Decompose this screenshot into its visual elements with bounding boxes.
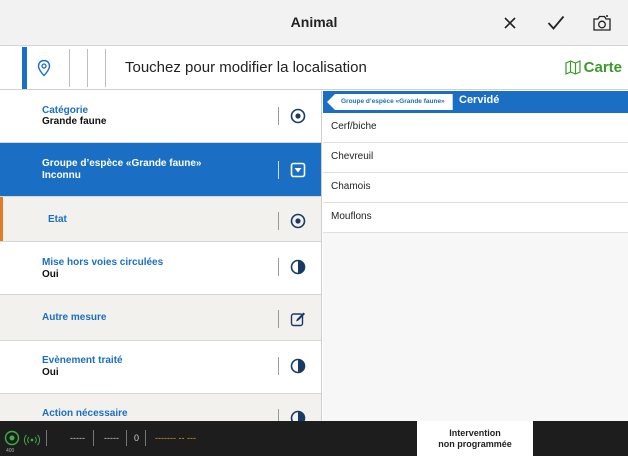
status-separator — [93, 430, 94, 446]
edit-icon — [290, 311, 306, 327]
status-separator — [145, 430, 146, 446]
field-separator — [278, 161, 279, 179]
location-accent — [22, 47, 27, 89]
field-categorie[interactable]: Catégorie Grande faune — [0, 91, 321, 143]
intervention-line2: non programmée — [438, 439, 512, 449]
page-title: Animal — [290, 14, 338, 30]
field-separator — [278, 212, 279, 230]
field-label: Evènement traité — [42, 355, 123, 366]
location-divider — [87, 49, 88, 87]
field-separator — [278, 310, 279, 328]
location-divider — [69, 49, 70, 87]
option-item[interactable]: Chevreuil — [323, 143, 628, 173]
field-label: Action nécessaire — [42, 408, 128, 419]
field-value: Oui — [42, 269, 59, 280]
field-value: Inconnu — [42, 170, 81, 181]
check-icon[interactable] — [544, 11, 568, 35]
half-circle-icon — [290, 410, 306, 421]
field-label: Groupe d’espèce «Grande faune» — [42, 158, 202, 169]
field-groupe-espece[interactable]: Groupe d’espèce «Grande faune» Inconnu — [0, 143, 321, 197]
signal-icon — [23, 433, 41, 451]
intervention-line1: Intervention — [449, 428, 501, 438]
status-field-2: ----- — [104, 433, 119, 443]
location-divider — [105, 49, 106, 87]
location-bar[interactable]: Touchez pour modifier la localisation Ca… — [0, 47, 628, 90]
field-mise-hors-voies[interactable]: Mise hors voies circulées Oui — [0, 242, 321, 295]
close-icon[interactable] — [498, 11, 522, 35]
location-pin-icon — [35, 59, 53, 77]
top-bar: Animal — [0, 0, 628, 46]
field-separator — [278, 107, 279, 125]
map-label: Carte — [583, 59, 622, 76]
camera-icon[interactable] — [590, 11, 614, 35]
option-list: Cerf/biche Chevreuil Chamois Mouflons — [323, 113, 628, 233]
picker-current-title: Cervidé — [459, 94, 500, 106]
option-item[interactable]: Cerf/biche — [323, 113, 628, 143]
picker-header: Groupe d’espèce «Grande faune» Cervidé — [323, 91, 628, 113]
half-circle-icon — [290, 259, 306, 275]
location-text[interactable]: Touchez pour modifier la localisation — [125, 59, 367, 76]
status-time: ------- -- --- — [155, 433, 196, 443]
field-separator — [278, 258, 279, 276]
field-value: Oui — [42, 367, 59, 378]
map-icon — [565, 60, 581, 75]
field-evenement-traite[interactable]: Evènement traité Oui — [0, 341, 321, 394]
field-autre-mesure[interactable]: Autre mesure — [0, 295, 321, 341]
status-separator — [46, 430, 47, 446]
field-action-necessaire[interactable]: Action nécessaire — [0, 394, 321, 421]
half-circle-icon — [290, 358, 306, 374]
species-picker: Groupe d’espèce «Grande faune» Cervidé C… — [323, 91, 628, 421]
target-icon — [290, 213, 306, 229]
field-etat[interactable]: Etat — [0, 197, 321, 242]
field-separator — [278, 409, 279, 421]
intervention-button[interactable]: Intervention non programmée — [417, 421, 533, 456]
dropdown-square-icon — [290, 162, 306, 178]
gps-sub-label: 400 — [6, 448, 15, 454]
field-list: Catégorie Grande faune Groupe d’espèce «… — [0, 91, 322, 421]
status-field-1: ----- — [70, 433, 85, 443]
field-value: Grande faune — [42, 116, 107, 127]
field-separator — [278, 357, 279, 375]
status-bar: 400 ----- ----- 0 ------- -- --- Interve… — [0, 421, 628, 456]
target-icon — [290, 108, 306, 124]
status-count: 0 — [134, 433, 140, 443]
field-label: Mise hors voies circulées — [42, 257, 164, 268]
option-item[interactable]: Mouflons — [323, 203, 628, 233]
field-label: Autre mesure — [42, 312, 107, 323]
field-label: Catégorie — [42, 105, 89, 116]
map-button[interactable]: Carte — [565, 59, 622, 76]
option-item[interactable]: Chamois — [323, 173, 628, 203]
breadcrumb-back[interactable]: Groupe d’espèce «Grande faune» — [327, 94, 453, 110]
status-separator — [126, 430, 127, 446]
field-label: Etat — [48, 214, 67, 225]
